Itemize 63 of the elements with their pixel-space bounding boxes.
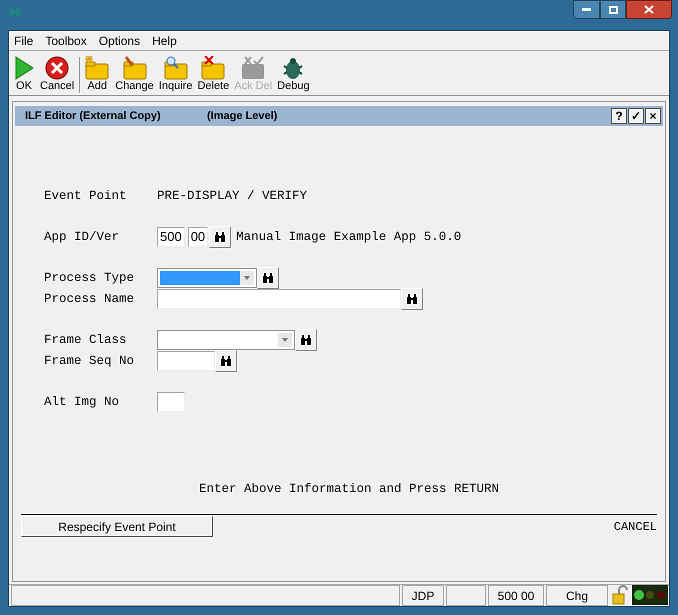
panel-title: ILF Editor (External Copy) <box>25 108 162 124</box>
version-field[interactable]: 00 <box>188 227 208 247</box>
binoculars-icon <box>406 294 418 304</box>
event-point-value: PRE-DISPLAY / VERIFY <box>157 188 308 205</box>
field-label: App ID/Ver <box>44 228 120 246</box>
magnifier-folder-icon <box>162 56 189 80</box>
minimize-icon <box>582 8 591 11</box>
cancel-icon <box>45 56 70 80</box>
toolbar-button[interactable]: Debug <box>276 56 311 93</box>
close-icon <box>644 5 654 14</box>
pencil-folder-icon <box>122 56 148 80</box>
field-label: Process Name <box>44 290 136 308</box>
field-label: Alt Img No <box>44 394 120 411</box>
status-pane: Chg <box>546 585 608 606</box>
toolbar-button[interactable]: Delete <box>196 56 230 93</box>
menu-item[interactable]: Toolbox <box>45 32 87 50</box>
input-field[interactable] <box>157 392 185 412</box>
lookup-button[interactable] <box>209 226 232 248</box>
binoculars-icon <box>220 356 232 366</box>
toolbar-button[interactable]: Inquire <box>158 56 194 93</box>
lookup-button[interactable] <box>257 267 279 289</box>
maximize-icon <box>608 6 618 14</box>
folder-check-icon <box>240 56 266 80</box>
field-label: Process Type <box>44 270 136 287</box>
cancel-link[interactable]: CANCEL <box>614 518 657 536</box>
status-pane: JDP <box>402 585 444 606</box>
new-folder-icon <box>84 56 110 80</box>
binoculars-icon <box>214 232 226 242</box>
minimize-button[interactable] <box>573 0 600 19</box>
toolbar-button[interactable]: Change <box>114 56 155 93</box>
app-logo-icon <box>8 6 22 18</box>
menu-item[interactable]: File <box>14 32 34 50</box>
maximize-button[interactable] <box>600 0 626 19</box>
panel-subtitle: (Image Level) <box>207 108 278 124</box>
app-description: Manual Image Example App 5.0.0 <box>236 228 462 246</box>
binoculars-icon <box>262 273 274 283</box>
lookup-button[interactable] <box>295 329 317 351</box>
close-button[interactable] <box>626 0 672 19</box>
field-label: Event Point <box>44 188 128 205</box>
binoculars-icon <box>300 335 312 345</box>
field-label: Frame Seq No <box>44 352 136 370</box>
menu-item[interactable]: Help <box>152 32 177 50</box>
toolbar-button[interactable]: OK <box>12 56 36 93</box>
padlock-icon <box>610 585 630 605</box>
traffic-light-icon <box>632 585 668 605</box>
toolbar-button[interactable]: Add <box>83 56 112 93</box>
panel-button[interactable]: ? <box>611 108 627 124</box>
field-label: Frame Class <box>44 332 128 349</box>
status-pane: 500 00 <box>488 585 544 606</box>
bug-icon <box>281 56 306 80</box>
lookup-button[interactable] <box>215 350 237 372</box>
instruction-message: Enter Above Information and Press RETURN <box>198 481 500 498</box>
panel-button[interactable]: ✓ <box>628 108 644 124</box>
menu-item[interactable]: Options <box>98 32 140 50</box>
respecify-button[interactable]: Respecify Event Point <box>21 516 213 537</box>
toolbar-button[interactable]: Cancel <box>39 56 76 93</box>
panel-button[interactable]: × <box>645 108 661 124</box>
input-field[interactable] <box>157 289 401 309</box>
play-icon <box>13 56 35 80</box>
input-field[interactable] <box>157 351 215 371</box>
app-id-field[interactable]: 500 <box>157 227 185 247</box>
delete-folder-icon <box>200 56 226 80</box>
lookup-button[interactable] <box>401 288 423 310</box>
